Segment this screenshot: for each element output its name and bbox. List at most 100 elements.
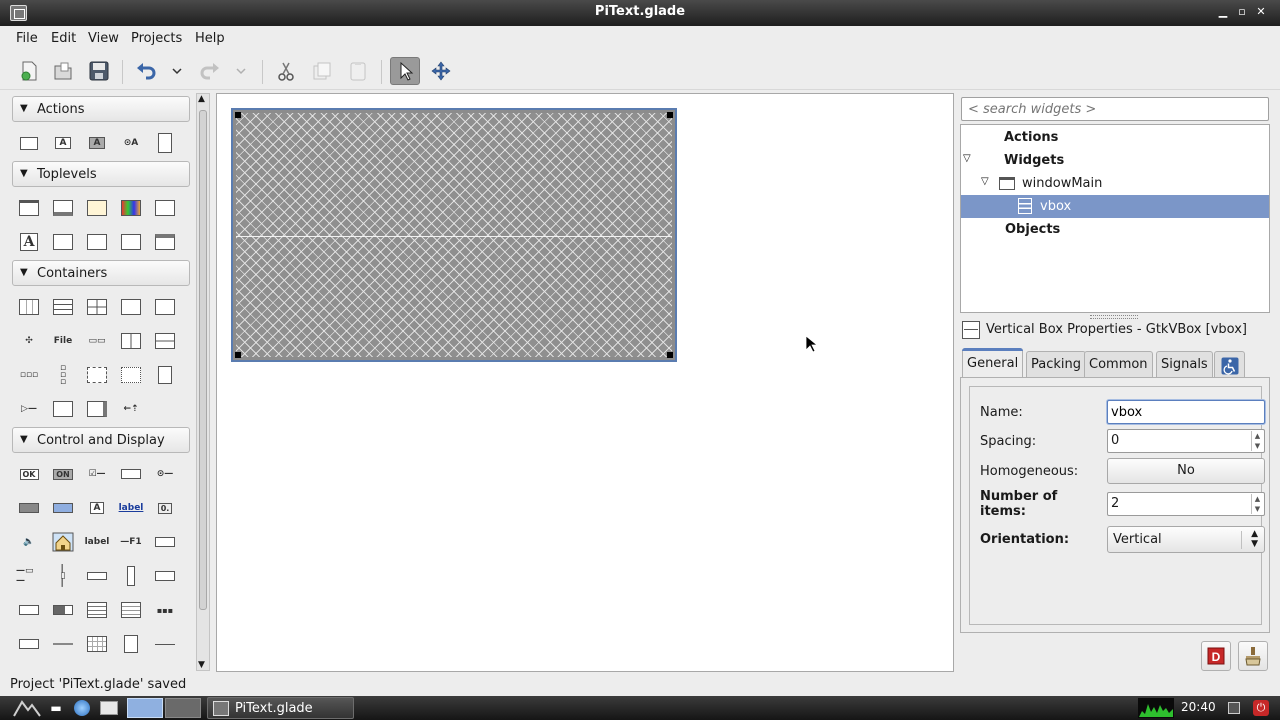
layout-icon[interactable] xyxy=(84,362,110,388)
message-dialog-icon[interactable] xyxy=(84,195,110,221)
maximize-icon[interactable]: ▫ xyxy=(1234,4,1250,20)
selection-handle[interactable] xyxy=(667,352,673,358)
expander-open-icon[interactable]: ▽ xyxy=(981,176,989,187)
expander-open-icon[interactable]: ▽ xyxy=(963,153,971,164)
vscale-icon[interactable]: | ▯ | xyxy=(50,563,76,589)
palette-group-control-and-display[interactable]: ▼ Control and Display xyxy=(12,427,190,453)
widget-inspector-tree[interactable]: Actions ▽ Widgets ▽ windowMain vbox Obje… xyxy=(960,124,1270,313)
window-icon[interactable] xyxy=(16,195,42,221)
select-mode-button[interactable] xyxy=(390,57,420,85)
undo-button[interactable] xyxy=(131,57,161,85)
name-field[interactable] xyxy=(1107,400,1265,424)
action-icon[interactable] xyxy=(16,130,42,156)
tree-row-actions[interactable]: Actions xyxy=(961,126,1269,149)
menu-bar-icon[interactable]: File xyxy=(50,328,76,354)
close-icon[interactable]: ✕ xyxy=(1253,4,1269,20)
spin-arrows-icon[interactable]: ▲ ▼ xyxy=(1251,494,1263,514)
entry-widget-icon[interactable] xyxy=(152,529,178,555)
clear-property-button[interactable] xyxy=(1238,641,1268,671)
palette-scrollbar[interactable]: ▲ ▼ xyxy=(196,93,210,671)
font-button-icon[interactable]: A xyxy=(84,495,110,521)
text-buffer-icon[interactable] xyxy=(118,631,144,657)
file-chooser-dialog-icon[interactable] xyxy=(152,195,178,221)
volume-button-icon[interactable]: 🔈 xyxy=(16,529,42,555)
redo-history-button[interactable] xyxy=(228,57,254,85)
text-view-icon[interactable] xyxy=(84,597,110,623)
start-menu-icon[interactable] xyxy=(10,698,44,718)
vertical-button-box-icon[interactable]: ▫ ▫ ▫ xyxy=(50,362,76,388)
palette-group-toplevels[interactable]: ▼ Toplevels xyxy=(12,161,190,187)
frame-icon[interactable] xyxy=(152,294,178,320)
palette-scrollbar-thumb[interactable] xyxy=(199,110,207,610)
recent-action-icon[interactable]: ⊙A xyxy=(118,130,144,156)
tab-general[interactable]: General xyxy=(962,348,1024,378)
input-dialog-icon[interactable] xyxy=(50,229,76,255)
progress-bar-icon[interactable] xyxy=(50,597,76,623)
selection-handle[interactable] xyxy=(235,112,241,118)
font-selection-icon[interactable]: A xyxy=(16,229,42,255)
scale-button-icon[interactable]: 0. xyxy=(152,495,178,521)
save-button[interactable] xyxy=(84,57,114,85)
hbox-icon[interactable] xyxy=(16,294,42,320)
expander-icon[interactable]: ▷— xyxy=(16,396,42,422)
hscale-icon[interactable]: —▭— xyxy=(16,563,42,589)
palette-group-containers[interactable]: ▼ Containers xyxy=(12,260,190,286)
task-pitext-glade[interactable]: PiText.glade xyxy=(207,697,354,719)
tree-row-window-main[interactable]: ▽ windowMain xyxy=(961,172,1269,195)
about-dialog-icon[interactable] xyxy=(84,229,110,255)
recent-chooser-icon[interactable] xyxy=(118,229,144,255)
vpaned-icon[interactable] xyxy=(152,328,178,354)
dialog-icon[interactable] xyxy=(50,195,76,221)
file-manager-icon[interactable] xyxy=(98,698,120,718)
tree-row-objects[interactable]: Objects xyxy=(961,218,1269,241)
cut-button[interactable] xyxy=(271,57,301,85)
link-button-icon[interactable]: label xyxy=(118,495,144,521)
minimize-all-icon[interactable]: ▬ xyxy=(48,698,64,718)
lock-screen-icon[interactable] xyxy=(1225,698,1243,718)
browser-icon[interactable] xyxy=(72,698,92,718)
color-button-icon[interactable] xyxy=(50,495,76,521)
radio-button-icon[interactable]: ⊙— xyxy=(152,461,178,487)
menu-projects[interactable]: Projects xyxy=(131,31,182,46)
alignment-icon[interactable]: ✣ xyxy=(16,328,42,354)
calendar-icon[interactable] xyxy=(84,631,110,657)
design-canvas[interactable] xyxy=(216,93,954,672)
assistant-icon[interactable] xyxy=(152,229,178,255)
button-box-icon[interactable]: ▫▫▫ xyxy=(16,362,42,388)
tab-packing[interactable]: Packing xyxy=(1026,351,1087,378)
number-of-items-spinner[interactable]: 2 ▲ ▼ xyxy=(1107,492,1265,516)
handle-box-icon[interactable]: ←⇡ xyxy=(118,396,144,422)
scrolled-window-icon[interactable] xyxy=(84,396,110,422)
hseparator-icon[interactable] xyxy=(50,631,76,657)
combo-box-icon[interactable] xyxy=(152,563,178,589)
toggle-action-icon[interactable]: A xyxy=(50,130,76,156)
open-project-button[interactable] xyxy=(48,57,78,85)
vbox-placeholder[interactable] xyxy=(236,113,672,357)
redo-button[interactable] xyxy=(195,57,225,85)
tree-view-icon[interactable] xyxy=(118,597,144,623)
combo-box-entry-icon[interactable] xyxy=(16,597,42,623)
fixed-icon[interactable] xyxy=(118,362,144,388)
toggle-button-icon[interactable]: ON xyxy=(50,461,76,487)
palette-group-actions[interactable]: ▼ Actions xyxy=(12,96,190,122)
power-icon[interactable]: ⏻ xyxy=(1251,698,1271,718)
radio-action-icon[interactable]: A xyxy=(84,130,110,156)
scroll-down-icon[interactable]: ▼ xyxy=(198,660,205,670)
separator-menu-icon[interactable] xyxy=(152,631,178,657)
color-selection-icon[interactable] xyxy=(118,195,144,221)
selection-handle[interactable] xyxy=(235,352,241,358)
toolbar-icon[interactable]: ▭▭ xyxy=(84,328,110,354)
action-group-icon[interactable] xyxy=(152,130,178,156)
scroll-up-icon[interactable]: ▲ xyxy=(198,94,205,104)
tree-row-vbox[interactable]: vbox xyxy=(961,195,1269,218)
spin-button-icon[interactable] xyxy=(118,461,144,487)
label-widget-icon[interactable]: label xyxy=(84,529,110,555)
table-icon[interactable] xyxy=(84,294,110,320)
menu-edit[interactable]: Edit xyxy=(51,31,76,46)
menu-help[interactable]: Help xyxy=(195,31,225,46)
spacing-spinner[interactable]: 0 ▲ ▼ xyxy=(1107,429,1265,453)
tab-signals[interactable]: Signals xyxy=(1156,351,1213,378)
menu-file[interactable]: File xyxy=(16,31,38,46)
window-main-preview[interactable] xyxy=(231,108,677,362)
drag-resize-mode-button[interactable] xyxy=(426,57,456,85)
